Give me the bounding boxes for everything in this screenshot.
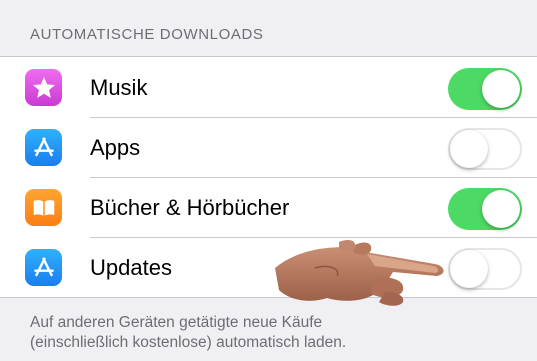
settings-group: Musik Apps Bücher & Hörbücher Updates [0,56,537,298]
setting-label: Bücher & Hörbücher [90,195,290,220]
setting-row-musik: Musik [0,57,537,117]
footer-line: Auf anderen Geräten getätigte neue Käufe [30,314,323,331]
setting-label: Musik [90,75,148,100]
setting-row-updates: Updates [0,237,537,297]
app-store-icon [25,129,62,166]
setting-label: Updates [90,255,172,280]
app-store-icon [25,249,62,286]
updates-toggle[interactable] [448,248,522,290]
toggle-knob [450,130,488,168]
section-header: AUTOMATISCHE DOWNLOADS [30,26,264,43]
toggle-knob [450,250,488,288]
open-book-icon [25,189,62,226]
apps-toggle[interactable] [448,128,522,170]
setting-row-apps: Apps [0,117,537,177]
setting-row-buecher: Bücher & Hörbücher [0,177,537,237]
setting-label: Apps [90,135,141,160]
footer-line: (einschließlich kostenlose) automatisch … [30,334,347,351]
toggle-knob [482,190,520,228]
buecher-toggle[interactable] [448,188,522,230]
toggle-knob [482,70,520,108]
musik-toggle[interactable] [448,68,522,110]
footer-note: Auf anderen Geräten getätigte neue Käufe… [30,313,510,353]
star-icon [25,69,62,106]
